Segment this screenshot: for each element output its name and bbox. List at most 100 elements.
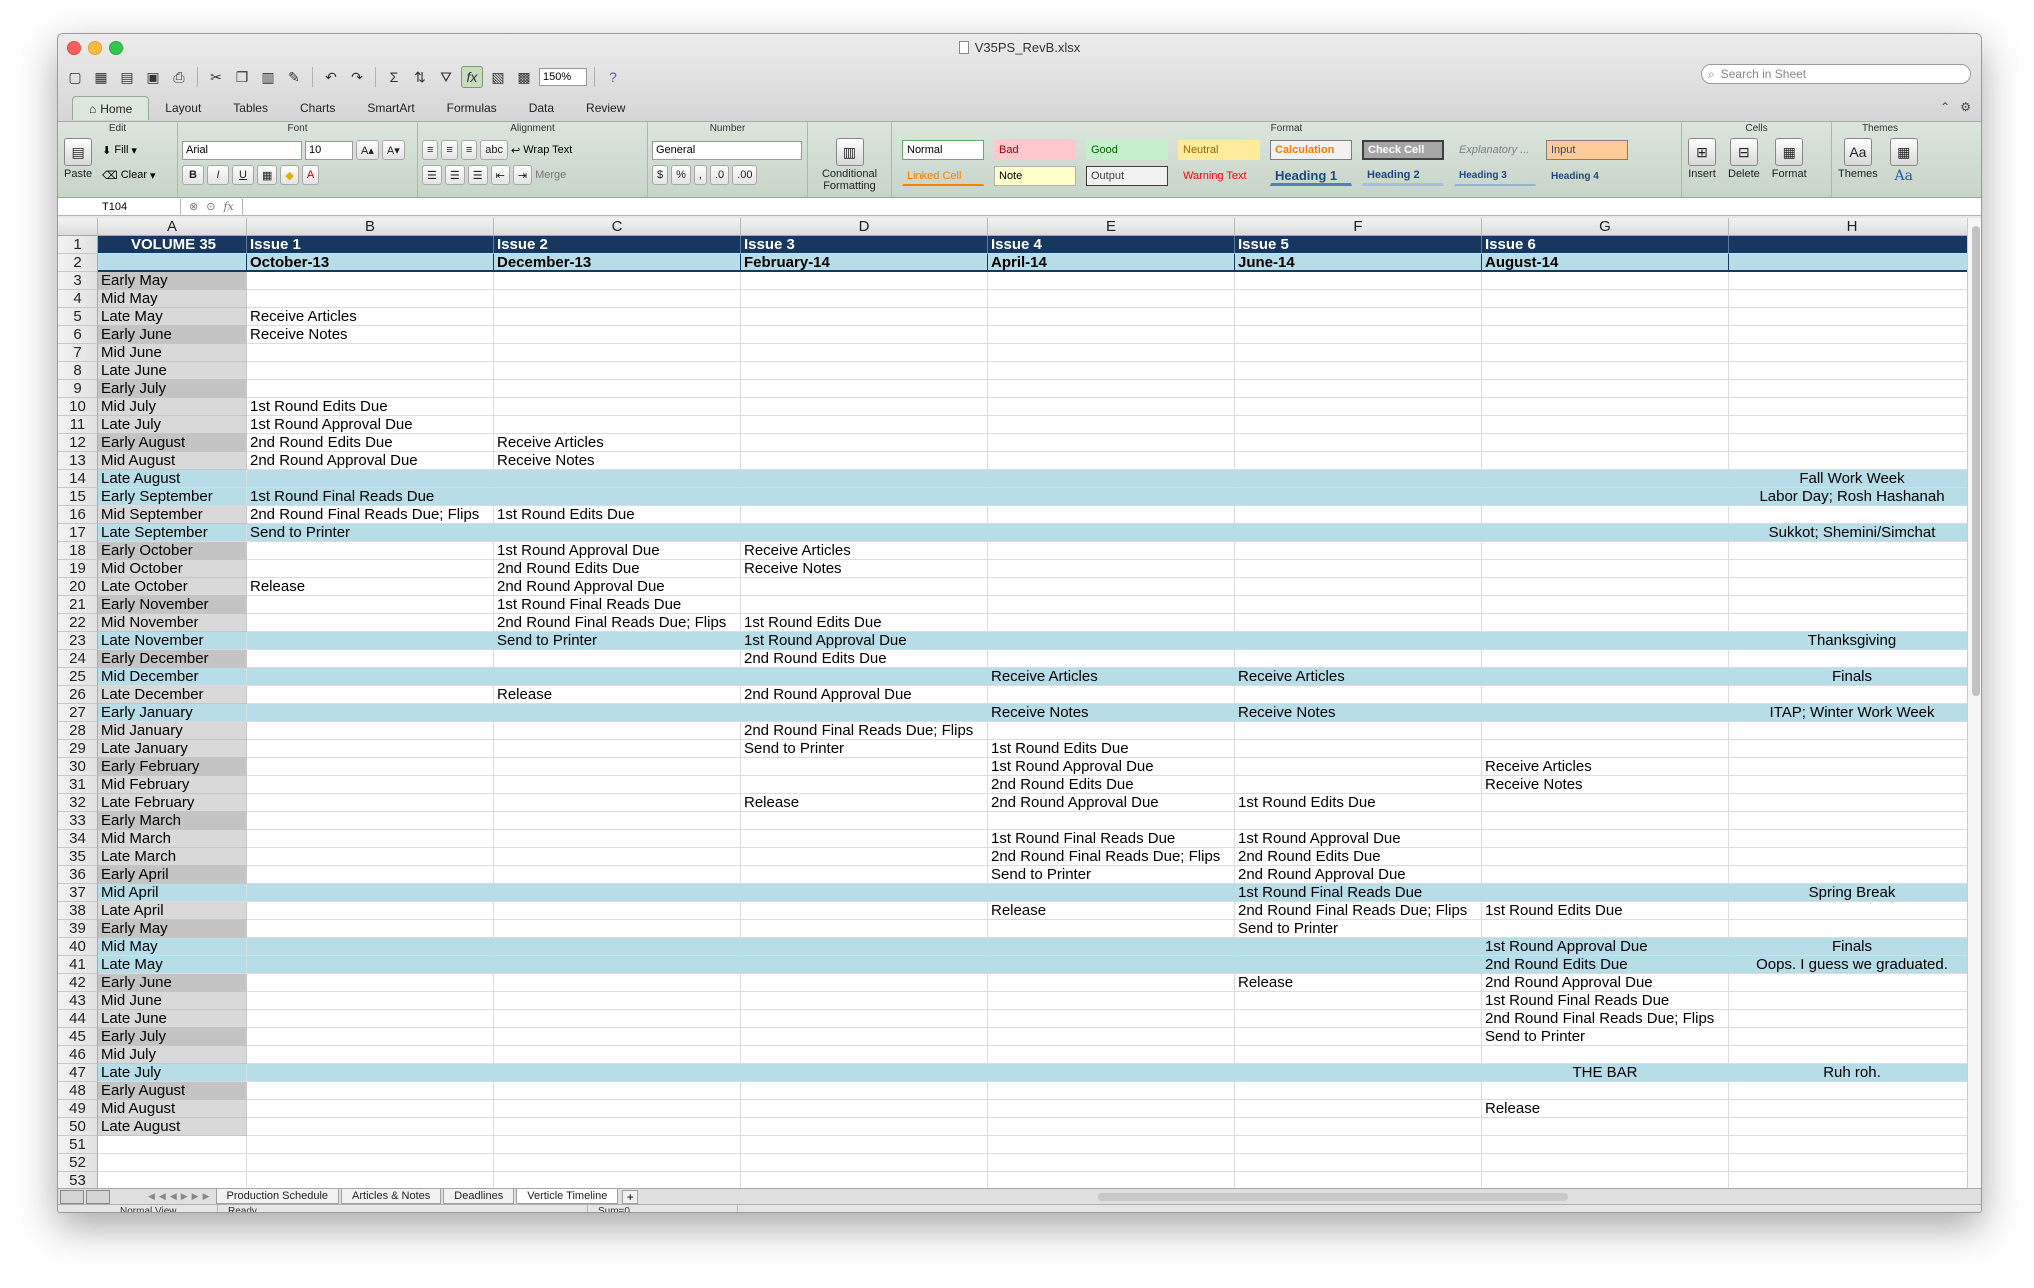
cell-a30[interactable]: Early February — [98, 758, 247, 776]
cell-e31[interactable]: 2nd Round Edits Due — [988, 776, 1235, 794]
format-cells-button[interactable]: ▦ Format — [1772, 138, 1807, 195]
cell-g41[interactable]: 2nd Round Edits Due — [1482, 956, 1729, 974]
cell-g30[interactable]: Receive Articles — [1482, 758, 1729, 776]
cell-c34[interactable] — [494, 830, 741, 848]
cell-b17[interactable]: Send to Printer — [247, 524, 494, 542]
cell-d24[interactable]: 2nd Round Edits Due — [741, 650, 988, 668]
cell-a3[interactable]: Early May — [98, 272, 247, 290]
cell-f38[interactable]: 2nd Round Final Reads Due; Flips — [1235, 902, 1482, 920]
cell-a18[interactable]: Early October — [98, 542, 247, 560]
grow-font-icon[interactable]: A▴ — [356, 140, 379, 160]
cell-c27[interactable] — [494, 704, 741, 722]
cell-g49[interactable]: Release — [1482, 1100, 1729, 1118]
cell-f32[interactable]: 1st Round Edits Due — [1235, 794, 1482, 812]
row-header[interactable]: 31 — [58, 776, 98, 794]
cell-g44[interactable]: 2nd Round Final Reads Due; Flips — [1482, 1010, 1729, 1028]
cell-h44[interactable] — [1729, 1010, 1976, 1028]
cell-a49[interactable]: Mid August — [98, 1100, 247, 1118]
cell-b15[interactable]: 1st Round Final Reads Due — [247, 488, 494, 506]
scroll-thumb[interactable] — [1972, 226, 1980, 696]
tab-review[interactable]: Review — [570, 96, 641, 120]
cell-c5[interactable] — [494, 308, 741, 326]
fill-color-icon[interactable]: ◆ — [280, 165, 299, 185]
cell-f53[interactable] — [1235, 1172, 1482, 1188]
tab-layout[interactable]: Layout — [149, 96, 217, 120]
cell-f15[interactable] — [1235, 488, 1482, 506]
cell-c39[interactable] — [494, 920, 741, 938]
row-header[interactable]: 34 — [58, 830, 98, 848]
cell-h9[interactable] — [1729, 380, 1976, 398]
cell-c26[interactable]: Release — [494, 686, 741, 704]
cell-g50[interactable] — [1482, 1118, 1729, 1136]
cell-f33[interactable] — [1235, 812, 1482, 830]
cell-b44[interactable] — [247, 1010, 494, 1028]
style-normal[interactable]: Normal — [902, 140, 984, 160]
cell-a46[interactable]: Mid July — [98, 1046, 247, 1064]
cell-b41[interactable] — [247, 956, 494, 974]
cell-b9[interactable] — [247, 380, 494, 398]
cell-b21[interactable] — [247, 596, 494, 614]
cell-a43[interactable]: Mid June — [98, 992, 247, 1010]
row-header[interactable]: 44 — [58, 1010, 98, 1028]
cell-d50[interactable] — [741, 1118, 988, 1136]
row-header[interactable]: 38 — [58, 902, 98, 920]
row-header[interactable]: 25 — [58, 668, 98, 686]
cell-d30[interactable] — [741, 758, 988, 776]
cell-h18[interactable] — [1729, 542, 1976, 560]
cell-a6[interactable]: Early June — [98, 326, 247, 344]
cell-f51[interactable] — [1235, 1136, 1482, 1154]
search-input[interactable]: ⌕ Search in Sheet — [1701, 64, 1971, 84]
cell-d19[interactable]: Receive Notes — [741, 560, 988, 578]
cell-d12[interactable] — [741, 434, 988, 452]
cell-f37[interactable]: 1st Round Final Reads Due — [1235, 884, 1482, 902]
align-middle-icon[interactable]: ≡ — [441, 140, 458, 160]
cell-b23[interactable] — [247, 632, 494, 650]
cell-f19[interactable] — [1235, 560, 1482, 578]
cell-g51[interactable] — [1482, 1136, 1729, 1154]
cell-c19[interactable]: 2nd Round Edits Due — [494, 560, 741, 578]
cell-f48[interactable] — [1235, 1082, 1482, 1100]
cell-d31[interactable] — [741, 776, 988, 794]
delete-cells-button[interactable]: ⊟ Delete — [1728, 138, 1760, 195]
row-header[interactable]: 30 — [58, 758, 98, 776]
column-header-e[interactable]: E — [988, 218, 1235, 236]
cell-d40[interactable] — [741, 938, 988, 956]
cell-d28[interactable]: 2nd Round Final Reads Due; Flips — [741, 722, 988, 740]
cell-e6[interactable] — [988, 326, 1235, 344]
cell-d7[interactable] — [741, 344, 988, 362]
cell-f49[interactable] — [1235, 1100, 1482, 1118]
cell-f5[interactable] — [1235, 308, 1482, 326]
tab-smartart[interactable]: SmartArt — [351, 96, 430, 120]
align-center-icon[interactable]: ☰ — [444, 165, 465, 185]
cell-c21[interactable]: 1st Round Final Reads Due — [494, 596, 741, 614]
cell-e44[interactable] — [988, 1010, 1235, 1028]
cell-e39[interactable] — [988, 920, 1235, 938]
cell-b24[interactable] — [247, 650, 494, 668]
cell-d5[interactable] — [741, 308, 988, 326]
align-bottom-icon[interactable]: ≡ — [460, 140, 478, 160]
cell-f43[interactable] — [1235, 992, 1482, 1010]
cell-b5[interactable]: Receive Articles — [247, 308, 494, 326]
cell-g20[interactable] — [1482, 578, 1729, 596]
cell-b46[interactable] — [247, 1046, 494, 1064]
cell-g22[interactable] — [1482, 614, 1729, 632]
cell-c50[interactable] — [494, 1118, 741, 1136]
cell-d43[interactable] — [741, 992, 988, 1010]
cell-e11[interactable] — [988, 416, 1235, 434]
cell-f41[interactable] — [1235, 956, 1482, 974]
cell-d52[interactable] — [741, 1154, 988, 1172]
cell-c3[interactable] — [494, 272, 741, 290]
cell-c36[interactable] — [494, 866, 741, 884]
cell-e35[interactable]: 2nd Round Final Reads Due; Flips — [988, 848, 1235, 866]
cell-h19[interactable] — [1729, 560, 1976, 578]
cell-c46[interactable] — [494, 1046, 741, 1064]
cell-e38[interactable]: Release — [988, 902, 1235, 920]
cell-h33[interactable] — [1729, 812, 1976, 830]
column-header-d[interactable]: D — [741, 218, 988, 236]
cell-e53[interactable] — [988, 1172, 1235, 1188]
cell-a51[interactable] — [98, 1136, 247, 1154]
cell-f21[interactable] — [1235, 596, 1482, 614]
cell-e15[interactable] — [988, 488, 1235, 506]
cell-d10[interactable] — [741, 398, 988, 416]
cell-a48[interactable]: Early August — [98, 1082, 247, 1100]
